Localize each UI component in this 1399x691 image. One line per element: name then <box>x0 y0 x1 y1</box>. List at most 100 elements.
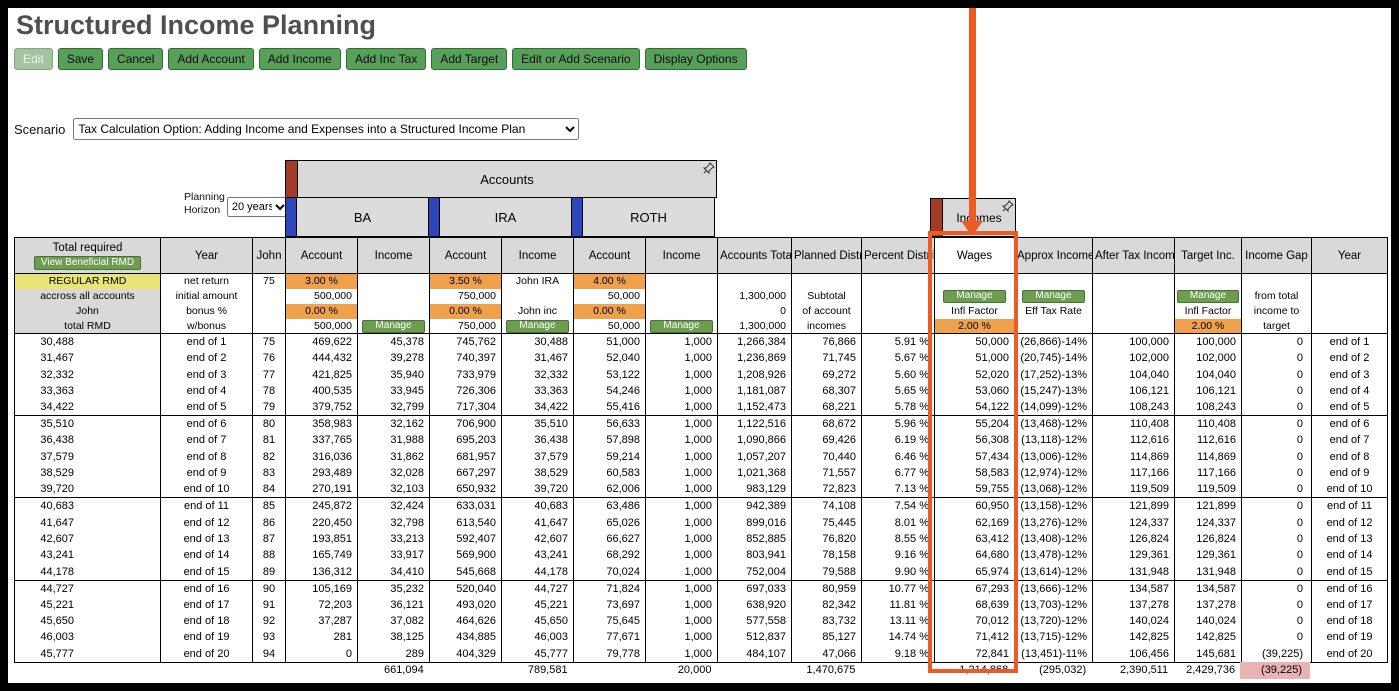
cell: 126,824 <box>1174 530 1242 548</box>
cell: 137,278 <box>1092 596 1175 613</box>
manage-ba-income-button[interactable]: Manage <box>362 319 425 333</box>
ira-bonus-cell[interactable]: 0.00 % <box>429 303 502 319</box>
cell: 1,000 <box>645 612 718 630</box>
account-drag-bar[interactable] <box>572 198 583 236</box>
roth-initial-cell[interactable]: 50,000 <box>573 288 646 304</box>
cell: 52,020 <box>934 366 1015 383</box>
cell: end of 17 <box>160 596 253 613</box>
cell: 0 <box>1241 579 1312 597</box>
cell: 70,024 <box>573 563 646 581</box>
cell: 9.90 % <box>861 563 935 581</box>
accounts-panel-header: Accounts <box>285 160 717 198</box>
cell: 45,650 <box>14 612 161 630</box>
cell: 82 <box>252 448 286 465</box>
cell: 51,000 <box>573 333 646 350</box>
planning-horizon-select[interactable]: 20 years <box>226 197 289 217</box>
roth-bonus-cell[interactable]: 0.00 % <box>573 303 646 319</box>
add-target-button[interactable]: Add Target <box>431 48 508 70</box>
account-drag-bar[interactable] <box>286 198 297 236</box>
cell: 35,232 <box>357 579 430 597</box>
cell: 30,488 <box>501 333 574 350</box>
cell: 56,308 <box>934 432 1015 449</box>
manage-ira-income-button[interactable]: Manage <box>506 319 569 333</box>
cell: 0 <box>1241 612 1312 630</box>
cell: 46,003 <box>501 629 574 646</box>
display-options-button[interactable]: Display Options <box>644 48 747 70</box>
ba-return-cell[interactable]: 3.00 % <box>285 273 358 289</box>
cell: 545,668 <box>429 563 502 581</box>
add-account-button[interactable]: Add Account <box>168 48 254 70</box>
add-income-button[interactable]: Add Income <box>258 48 341 70</box>
target-infl-value[interactable]: 2.00 % <box>1174 318 1242 334</box>
account-groups-row: BA IRA ROTH <box>285 197 717 237</box>
planned-subtitle-2: of account <box>791 303 862 319</box>
incomes-drag-bar[interactable] <box>931 199 943 236</box>
empty-cell <box>1311 303 1388 319</box>
cell: 484,107 <box>717 645 792 663</box>
gap-subtitle-2: income to <box>1241 303 1312 319</box>
cell: 72,823 <box>791 481 862 498</box>
cell: (13,276)-12% <box>1014 514 1093 531</box>
cell: 83,732 <box>791 612 862 630</box>
cell: 77 <box>252 366 286 383</box>
accounts-drag-bar[interactable] <box>286 161 298 197</box>
cell: 38,125 <box>357 629 430 646</box>
cell: 32,332 <box>501 366 574 383</box>
save-button[interactable]: Save <box>57 48 104 70</box>
manage-income-tax-button[interactable]: Manage <box>1022 289 1085 303</box>
empty-cell <box>252 318 286 334</box>
ira-return-cell[interactable]: 3.50 % <box>429 273 502 289</box>
cell: 114,869 <box>1174 448 1242 465</box>
add-inc-tax-button[interactable]: Add Inc Tax <box>345 48 427 70</box>
cell: 52,040 <box>573 350 646 367</box>
empty-cell <box>717 273 792 289</box>
meta-row-net-return: REGULAR RMD net return 75 3.00 % 3.50 % … <box>14 273 1388 289</box>
empty-cell <box>861 318 935 334</box>
cell: 193,851 <box>285 530 358 548</box>
cell: 6.19 % <box>861 432 935 449</box>
total-cell: 2,429,736 <box>1186 664 1236 676</box>
total-cell <box>716 662 790 679</box>
account-drag-bar[interactable] <box>429 198 440 236</box>
empty-cell <box>357 288 430 304</box>
ba-bonus-cell[interactable]: 0.00 % <box>285 303 358 319</box>
cell: 40,683 <box>501 497 574 515</box>
regular-rmd-cell: REGULAR RMD <box>14 273 161 289</box>
table-row: 35,510 end of 6 80 358,983 32,162 706,900 35,5… <box>14 415 1388 433</box>
account-group-ba[interactable]: BA <box>285 197 429 237</box>
cell: 54,122 <box>934 399 1015 416</box>
pin-icon[interactable] <box>702 162 715 175</box>
account-group-roth[interactable]: ROTH <box>571 197 715 237</box>
col-header-after-tax-income: After Tax Income <box>1092 237 1175 274</box>
edit-or-add-scenario-button[interactable]: Edit or Add Scenario <box>512 48 640 70</box>
cell: 695,203 <box>429 432 502 449</box>
account-group-ira[interactable]: IRA <box>428 197 572 237</box>
cancel-button[interactable]: Cancel <box>108 48 164 70</box>
wages-infl-value[interactable]: 2.00 % <box>934 318 1015 334</box>
cell: 74,108 <box>791 497 862 515</box>
cell: 129,361 <box>1092 547 1175 564</box>
empty-cell <box>501 288 574 304</box>
cell: 31,467 <box>14 350 161 367</box>
cell: 76 <box>252 350 286 367</box>
cell: end of 9 <box>1311 464 1388 482</box>
scenario-select[interactable]: Tax Calculation Option: Adding Income an… <box>73 118 580 140</box>
edit-button[interactable]: Edit <box>14 48 53 70</box>
cell: 35,940 <box>357 366 430 383</box>
cell: 71,745 <box>791 350 862 367</box>
cell: 137,278 <box>1174 596 1242 613</box>
manage-roth-income-button[interactable]: Manage <box>650 319 713 333</box>
view-beneficial-rmd-button[interactable]: View Beneficial RMD <box>33 255 142 270</box>
cell: 10.77 % <box>861 579 935 597</box>
ba-initial-cell[interactable]: 500,000 <box>285 288 358 304</box>
table-row: 40,683 end of 11 85 245,872 32,424 633,031 40,… <box>14 497 1388 515</box>
pin-icon[interactable] <box>1001 200 1014 213</box>
roth-return-cell[interactable]: 4.00 % <box>573 273 646 289</box>
ira-initial-cell[interactable]: 750,000 <box>429 288 502 304</box>
manage-wages-button[interactable]: Manage <box>943 289 1006 303</box>
cell: 45,777 <box>501 645 574 663</box>
header-row: Total required View Beneficial RMD Year … <box>14 237 1388 274</box>
cell: 1,236,869 <box>717 350 792 367</box>
table-row: 45,777 end of 20 94 0 289 404,329 45,777 79,778… <box>14 645 1388 663</box>
manage-target-button[interactable]: Manage <box>1176 289 1240 303</box>
